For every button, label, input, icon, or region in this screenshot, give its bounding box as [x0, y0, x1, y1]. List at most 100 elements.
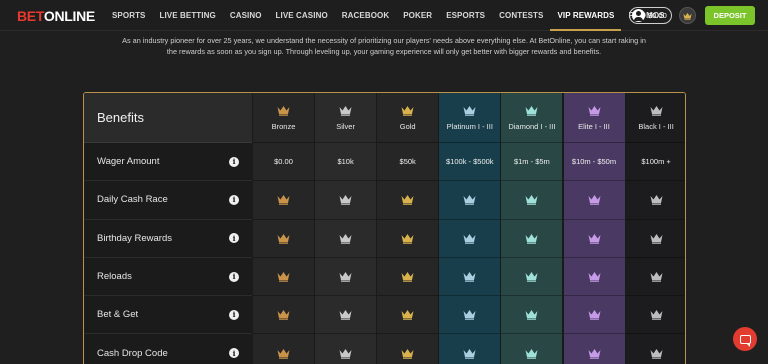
- benefit-cell: [315, 334, 376, 364]
- wager-amount-cell: $10k: [315, 143, 377, 182]
- crown-icon: [339, 348, 352, 359]
- nav-casino[interactable]: CASINO: [223, 0, 269, 31]
- benefit-cell: [315, 220, 377, 258]
- crown-icon: [650, 106, 663, 116]
- crown-icon: [463, 106, 476, 116]
- crown-icon: [525, 272, 538, 282]
- tier-column: Platinum I - III $100k - $500k: [438, 93, 501, 364]
- betonline-logo[interactable]: BETONLINE: [17, 8, 95, 24]
- crown-icon: [588, 272, 600, 282]
- benefit-row: Daily Cash Race i: [84, 181, 252, 220]
- nav-vip-rewards[interactable]: VIP REWARDS: [550, 0, 622, 31]
- tier-header: Diamond I - III: [501, 93, 563, 143]
- nav-esports[interactable]: ESPORTS: [439, 0, 492, 31]
- crown-icon: [401, 310, 414, 321]
- vip-status-button[interactable]: [679, 7, 696, 24]
- crown-icon: [650, 310, 663, 321]
- crown-icon: [650, 233, 663, 244]
- benefit-cell: [625, 181, 685, 220]
- crown-icon: [277, 348, 290, 359]
- crown-icon: [401, 195, 414, 206]
- tier-header: Black I - III: [625, 93, 685, 143]
- benefit-cell: [625, 258, 685, 297]
- nav-live-casino[interactable]: LIVE CASINO: [269, 0, 335, 31]
- info-icon[interactable]: i: [229, 194, 239, 205]
- benefit-cell: [439, 258, 501, 297]
- wager-amount-cell: $50k: [377, 143, 439, 182]
- benefit-label: Bet & Get: [97, 309, 139, 321]
- nav-live-betting[interactable]: LIVE BETTING: [153, 0, 223, 31]
- crown-icon: [277, 106, 290, 116]
- crown-icon: [588, 195, 600, 206]
- benefit-row: Cash Drop Code i: [84, 334, 252, 364]
- crown-icon: [401, 272, 414, 282]
- nav-poker[interactable]: POKER: [396, 0, 439, 31]
- crown-icon: [339, 106, 352, 116]
- benefit-cell: [315, 181, 377, 220]
- crown-icon: [339, 272, 352, 282]
- nav-contests[interactable]: CONTESTS: [492, 0, 550, 31]
- crown-icon: [525, 195, 538, 206]
- crown-icon: [650, 195, 663, 206]
- wager-amount-cell: $1m - $5m: [501, 143, 563, 182]
- benefit-cell: [253, 181, 314, 220]
- benefits-header: Benefits: [84, 93, 252, 143]
- top-nav-bar: BETONLINE SPORTS LIVE BETTING CASINO LIV…: [0, 0, 768, 31]
- crown-icon: [463, 310, 476, 321]
- account-balance-button[interactable]: $0.00: [629, 7, 672, 24]
- tier-column: Bronze $0.00: [252, 93, 314, 364]
- benefit-cell: [377, 296, 439, 335]
- tier-name: Platinum I - III: [446, 122, 493, 131]
- balance-amount: $0.00: [648, 11, 667, 20]
- nav-racebook[interactable]: RACEBOOK: [335, 0, 396, 31]
- benefit-cell: [253, 220, 314, 258]
- tier-header: Bronze: [253, 93, 314, 143]
- tier-column: Diamond I - III $1m - $5m: [500, 93, 563, 364]
- benefit-cell: [253, 258, 314, 297]
- crown-icon: [588, 310, 600, 321]
- crown-icon: [277, 195, 290, 206]
- crown-icon: [588, 106, 600, 116]
- crown-icon: [339, 195, 352, 206]
- info-icon[interactable]: i: [229, 233, 239, 244]
- benefit-cell: [625, 220, 685, 258]
- crown-icon: [525, 233, 538, 244]
- crown-icon: [525, 106, 538, 116]
- benefit-row: Reloads i: [84, 258, 252, 297]
- benefit-cell: [563, 296, 625, 335]
- tier-header: Platinum I - III: [439, 93, 501, 143]
- benefit-cell: [626, 334, 685, 364]
- info-icon[interactable]: i: [229, 156, 239, 167]
- crown-icon: [339, 310, 352, 321]
- logo-bet: BET: [17, 8, 44, 24]
- crown-icon: [339, 233, 352, 244]
- crown-icon: [401, 348, 414, 359]
- main-nav: SPORTS LIVE BETTING CASINO LIVE CASINO R…: [105, 0, 672, 31]
- info-icon[interactable]: i: [229, 348, 239, 359]
- benefit-cell: [563, 220, 625, 258]
- benefit-cell: [253, 334, 314, 364]
- crown-icon: [463, 233, 476, 244]
- benefit-cell: [377, 334, 438, 364]
- user-icon: [632, 9, 645, 22]
- crown-icon: [463, 195, 476, 206]
- tier-name: Black I - III: [638, 122, 674, 131]
- nav-sports[interactable]: SPORTS: [105, 0, 153, 31]
- crown-icon: [683, 12, 692, 20]
- benefit-cell: [377, 181, 439, 220]
- benefit-row: Birthday Rewards i: [84, 220, 252, 258]
- benefit-label: Daily Cash Race: [97, 194, 168, 206]
- wager-amount-cell: $100k - $500k: [439, 143, 501, 182]
- deposit-button[interactable]: DEPOSIT: [705, 6, 755, 25]
- tier-name: Silver: [336, 122, 355, 131]
- benefit-cell: [377, 258, 439, 297]
- crown-icon: [588, 348, 600, 359]
- benefit-cell: [501, 296, 563, 335]
- info-icon[interactable]: i: [229, 309, 239, 320]
- live-chat-button[interactable]: [733, 327, 757, 351]
- crown-icon: [588, 233, 600, 244]
- benefit-cell: [625, 296, 685, 335]
- crown-icon: [650, 272, 663, 282]
- info-icon[interactable]: i: [229, 271, 239, 282]
- benefit-row: Bet & Get i: [84, 296, 252, 335]
